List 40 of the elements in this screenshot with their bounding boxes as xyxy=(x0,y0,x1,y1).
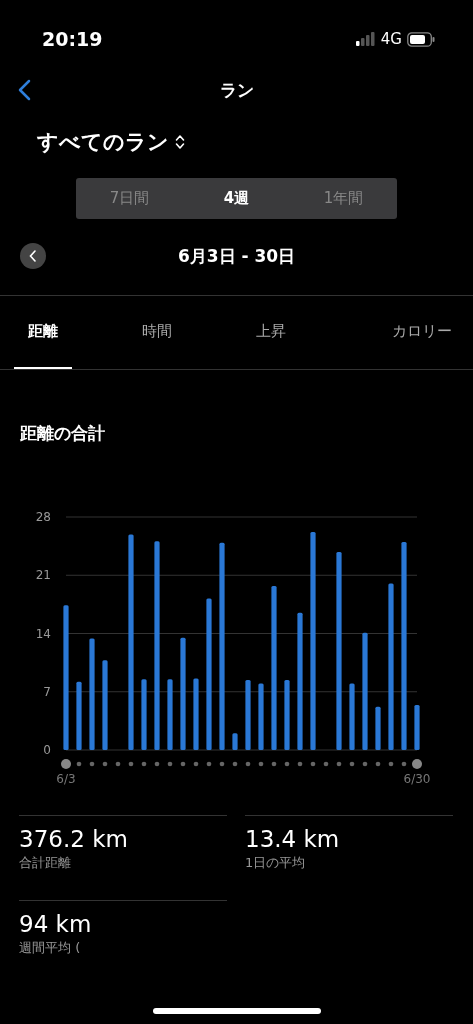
distance-bar xyxy=(232,733,238,750)
distance-bar xyxy=(245,680,251,750)
sort-chevron-icon[interactable] xyxy=(175,134,185,150)
back-icon[interactable] xyxy=(17,79,31,101)
distance-bar xyxy=(141,679,147,750)
screen-title: ラン xyxy=(219,78,254,102)
previous-button[interactable] xyxy=(20,243,46,269)
x-axis-label: 6/30 xyxy=(403,772,431,786)
signal-icon xyxy=(355,32,376,46)
section-title: 距離の合計 xyxy=(19,422,106,445)
stat-value: 13.4 km xyxy=(245,826,341,852)
distance-bar xyxy=(193,678,199,750)
date-range: 6月3日 - 30日 xyxy=(177,244,296,268)
stat-value: 376.2 km xyxy=(19,826,129,852)
metric-tab[interactable]: 上昇 xyxy=(242,296,300,369)
stat-label: 週間平均 ( xyxy=(19,939,82,957)
distance-bar xyxy=(284,680,290,750)
filter-title[interactable]: すべてのラン xyxy=(37,128,169,156)
status-time: 20:19 xyxy=(42,28,103,50)
distance-bar xyxy=(349,683,355,750)
metric-tab[interactable]: カロリー xyxy=(378,296,466,369)
network-label: 4G xyxy=(380,30,402,48)
distance-bar xyxy=(414,705,420,750)
metric-tab[interactable]: 時間 xyxy=(128,296,186,369)
stat-label: 1日の平均 xyxy=(245,854,307,872)
range-segment[interactable]: 4週 xyxy=(183,178,290,219)
distance-bar xyxy=(76,681,82,750)
stat-value: 94 km xyxy=(19,911,93,937)
y-axis-label: 21 xyxy=(35,568,51,583)
chevron-left-icon xyxy=(29,250,37,262)
y-axis-label: 14 xyxy=(35,626,51,641)
stat-label: 合計距離 xyxy=(19,854,72,872)
y-axis-label: 28 xyxy=(35,510,51,524)
distance-bar xyxy=(258,683,264,750)
y-axis-label: 7 xyxy=(43,684,51,699)
distance-bar xyxy=(167,679,173,750)
battery-icon xyxy=(407,31,435,47)
x-axis-label: 6/3 xyxy=(56,772,76,786)
distance-bar xyxy=(375,706,381,750)
y-axis-label: 0 xyxy=(43,743,51,757)
